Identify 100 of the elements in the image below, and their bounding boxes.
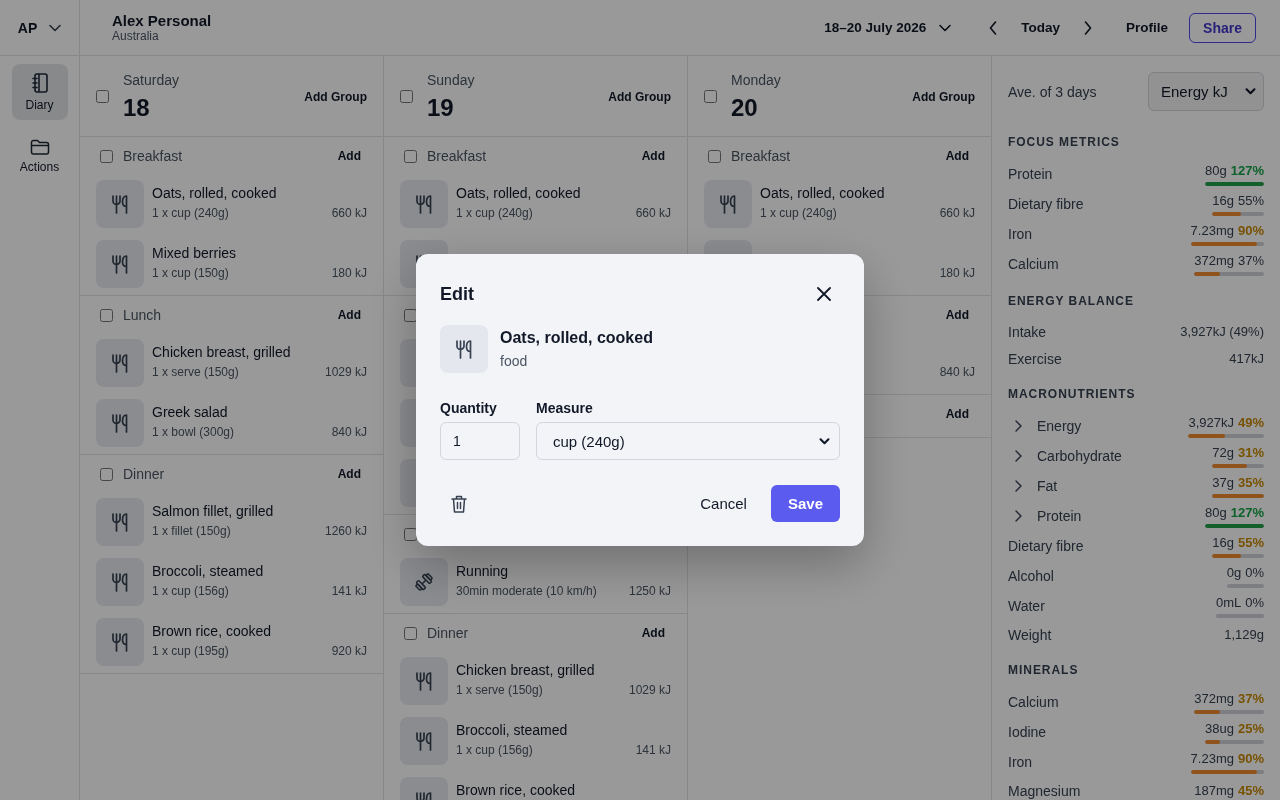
chevron-right-icon[interactable] [1015,480,1022,492]
group-checkbox[interactable] [708,149,721,163]
nutrient-percent: 25% [1237,720,1264,737]
entry-energy: 180 kJ [939,265,975,282]
close-icon [817,287,831,301]
profile-button[interactable]: Profile [1116,14,1179,41]
entry-energy: 840 kJ [331,424,367,441]
nutrient-label: Dietary fibre [1008,196,1084,212]
share-button[interactable]: Share [1189,12,1256,43]
nutrient-percent: 49% [1237,414,1264,431]
entry-name: Brown rice, cooked [456,782,577,798]
quantity-input[interactable]: 1 [440,422,520,460]
dumbbell-icon [400,558,448,606]
nutrient-percent: 45% [1237,782,1264,799]
chevron-right-icon[interactable] [1015,450,1022,462]
day-checkbox[interactable] [96,90,109,103]
day-checkbox[interactable] [704,90,717,103]
account-button[interactable]: AP [11,13,68,42]
metric-select[interactable]: Energy kJ [1148,72,1264,111]
nutrient-label: Calcium [1008,694,1059,710]
nutrient-amount: 16g [1212,192,1234,209]
chevron-right-icon[interactable] [1015,420,1022,432]
measure-select[interactable]: cup (240g) [536,422,840,460]
nutrient-amount: 372mg [1194,690,1234,707]
nutrient-label: Iodine [1008,724,1047,740]
chevron-right-icon[interactable] [1015,510,1022,522]
entry-detail: 1 x cup (240g) [152,205,229,222]
entry-detail: 1 x cup (156g) [456,742,533,759]
entry-detail: 1 x serve (150g) [456,682,543,699]
entry-energy: 1029 kJ [324,364,367,381]
profile-region: Australia [112,29,160,43]
folder-icon [29,138,50,155]
today-button[interactable]: Today [1011,14,1071,41]
nutrient-percent: 90% [1237,222,1264,239]
entry-energy: 660 kJ [635,205,671,222]
cancel-button[interactable]: Cancel [688,485,759,522]
add-group-button[interactable]: Add Group [603,85,676,108]
day-checkbox[interactable] [400,90,413,103]
nutrient-label: Dietary fibre [1008,538,1084,554]
meal-label: Breakfast [731,148,791,164]
chevron-down-icon [939,23,952,32]
food-category: food [500,352,529,370]
entry-detail: 1 x cup (240g) [456,205,533,222]
nutrient-label: Weight [1008,626,1052,643]
add-button[interactable]: Add [939,403,975,425]
nutrient-amount: 37g [1212,474,1234,491]
group-checkbox[interactable] [100,467,113,481]
nutrient-label: Carbohydrate [1037,448,1122,464]
nutrient-amount: 3,927kJ [1188,414,1234,431]
group-checkbox[interactable] [404,308,417,322]
add-group-button[interactable]: Add Group [299,85,372,108]
add-button[interactable]: Add [331,304,367,326]
nutrient-label: Iron [1008,754,1033,770]
entry-detail: 30min moderate (10 km/h) [456,583,597,600]
nutrient-amount: 3,927kJ (49%) [1180,323,1264,340]
nutrient-percent: 55% [1237,534,1264,551]
chevron-down-icon [49,23,62,32]
nutrient-amount: 187mg [1194,782,1234,799]
entry-energy: 840 kJ [939,364,975,381]
entry-energy: 1029 kJ [628,682,671,699]
group-checkbox[interactable] [100,149,113,163]
nutrient-amount: 7.23mg [1190,750,1234,767]
add-button[interactable]: Add [939,304,975,326]
dialog-title: Edit [440,283,474,305]
entry-detail: 1 x cup (150g) [152,265,229,282]
add-button[interactable]: Add [331,463,367,485]
nutrient-percent: 55% [1237,192,1264,209]
group-checkbox[interactable] [100,308,113,322]
section-heading: MINERALS [1008,662,1080,678]
nav-item[interactable]: Actions [11,128,68,184]
entry-name: Oats, rolled, cooked [760,185,886,201]
entry-energy: 660 kJ [331,205,367,222]
nutrient-amount: 38ug [1205,720,1234,737]
fork-knife-icon [96,399,144,447]
entry-energy: 141 kJ [635,742,671,759]
add-button[interactable]: Add [331,145,367,167]
entry-detail: 1 x fillet (150g) [152,523,231,540]
date-range-button[interactable]: 18–20 July 2026 [816,14,960,41]
meal-label: Breakfast [427,148,487,164]
add-button[interactable]: Add [635,622,671,644]
add-button[interactable]: Add [635,145,671,167]
entry-energy: 1260 kJ [324,523,367,540]
nutrient-amount: 0g [1226,564,1242,581]
meal-label: Dinner [123,466,165,482]
save-button[interactable]: Save [770,485,840,522]
group-checkbox[interactable] [404,626,417,640]
nutrient-amount: 372mg [1194,252,1234,269]
nutrient-label: Intake [1008,323,1047,340]
meal-label: Lunch [123,307,162,323]
group-checkbox[interactable] [404,527,417,541]
weekday-label: Sunday [427,71,475,89]
nav-item[interactable]: Diary [11,64,68,120]
add-button[interactable]: Add [939,145,975,167]
nutrient-amount: 417kJ [1229,350,1264,367]
nutrient-percent: 31% [1237,444,1264,461]
add-group-button[interactable]: Add Group [907,85,980,108]
group-checkbox[interactable] [404,149,417,163]
meal-label: Breakfast [123,148,183,164]
nutrient-amount: 1,129g [1224,626,1264,643]
food-title: Oats, rolled, cooked [500,328,653,348]
